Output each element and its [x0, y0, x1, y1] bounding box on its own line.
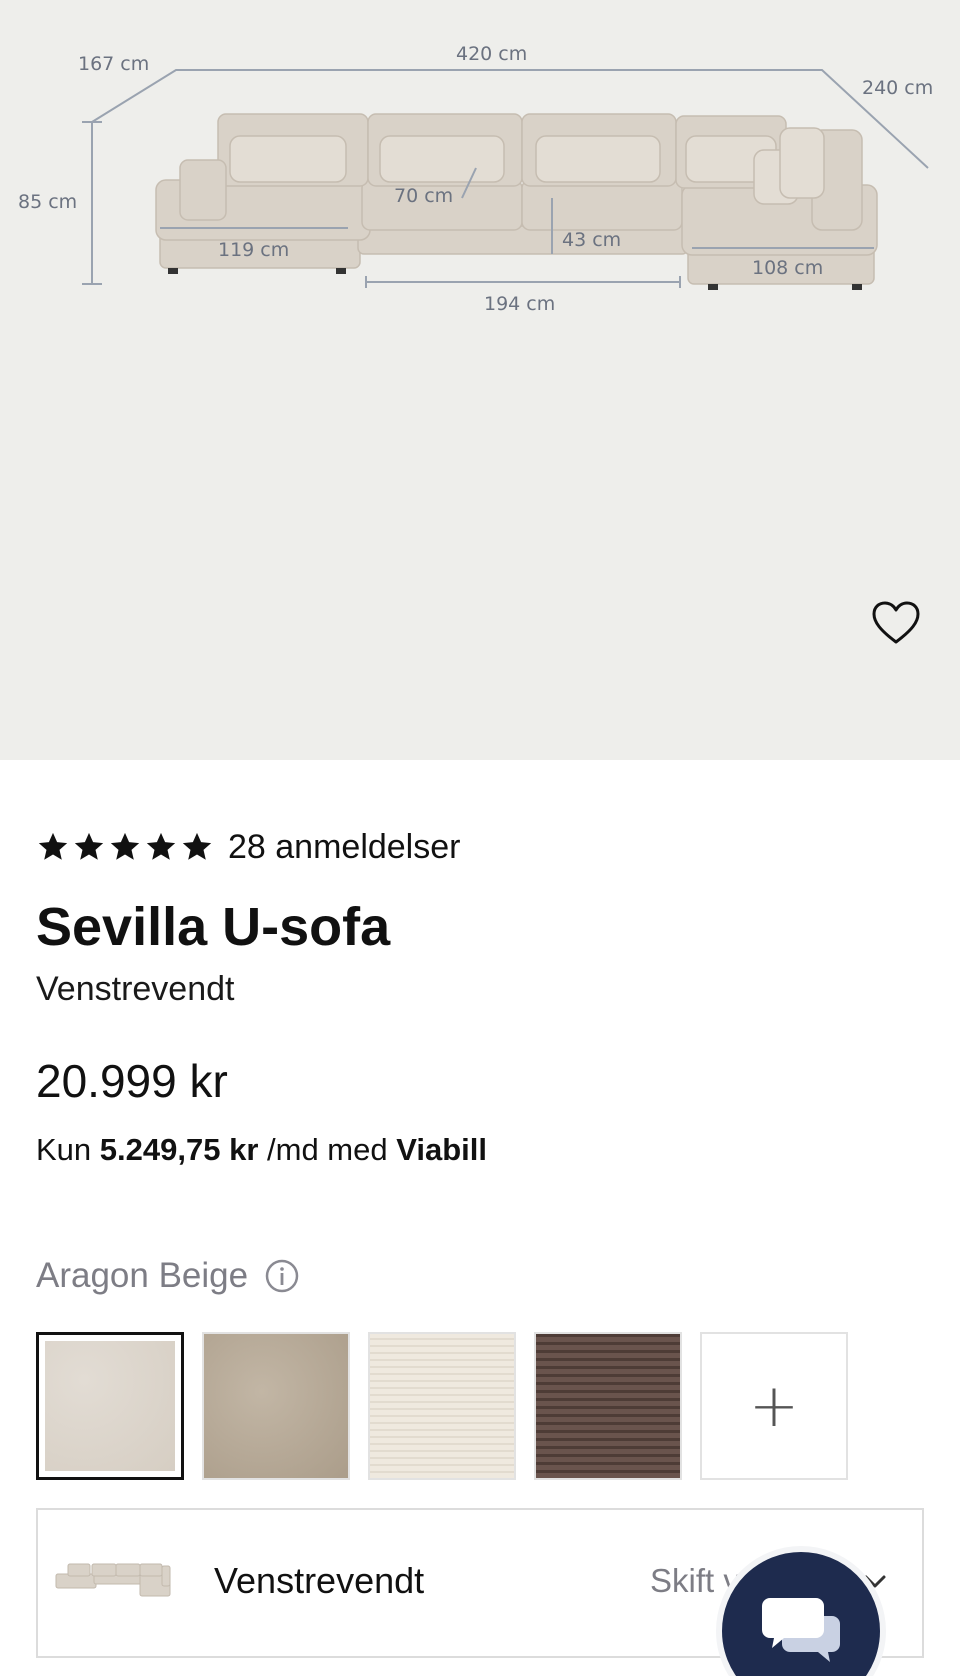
plus-icon: + — [748, 1371, 800, 1441]
finance-provider: Viabill — [396, 1132, 487, 1167]
info-icon[interactable] — [264, 1258, 300, 1294]
chat-bubbles-icon — [762, 1598, 840, 1662]
product-image[interactable]: 167 cm 420 cm 240 cm 85 cm 70 cm 119 cm … — [0, 0, 960, 760]
star-icon — [74, 832, 104, 860]
dim-chaise-left: 119 cm — [218, 239, 289, 261]
star-icon — [182, 832, 212, 860]
reviews-count[interactable]: 28 anmeldelser — [228, 828, 460, 867]
heart-outline-icon[interactable] — [870, 598, 922, 650]
dim-width-total: 420 cm — [456, 43, 527, 65]
dim-chaise-right: 108 cm — [752, 257, 823, 279]
dim-seat-depth: 70 cm — [394, 185, 453, 207]
star-rating — [36, 830, 214, 864]
swatch-cream-stripe[interactable] — [368, 1332, 516, 1480]
dim-height: 85 cm — [18, 191, 77, 213]
reviews-summary[interactable]: 28 anmeldelser — [36, 822, 460, 872]
swatch-taupe[interactable] — [202, 1332, 350, 1480]
dim-depth-right: 240 cm — [862, 77, 933, 99]
dim-middle: 194 cm — [484, 293, 555, 315]
finance-prefix: Kun — [36, 1132, 92, 1167]
selected-color-name: Aragon Beige — [36, 1256, 249, 1295]
finance-amount: 5.249,75 kr — [99, 1132, 259, 1167]
product-title: Sevilla U-sofa — [36, 897, 391, 957]
star-icon — [146, 832, 176, 860]
sofa-illustration: 167 cm 420 cm 240 cm 85 cm 70 cm 119 cm … — [18, 43, 933, 315]
dim-seat-height: 43 cm — [562, 229, 621, 251]
swatch-brown-stripe[interactable] — [534, 1332, 682, 1480]
dim-depth-left: 167 cm — [78, 53, 149, 75]
star-icon — [110, 832, 140, 860]
more-colors-button[interactable]: + — [700, 1332, 848, 1480]
financing-info: Kun 5.249,75 kr /md med Viabill — [36, 1132, 487, 1168]
swatch-aragon-beige[interactable] — [36, 1332, 184, 1480]
product-subtitle: Venstrevendt — [36, 970, 235, 1008]
variant-label: Venstrevendt — [214, 1560, 425, 1601]
product-price: 20.999 kr — [36, 1055, 228, 1107]
star-icon — [38, 832, 68, 860]
sofa-thumbnail — [55, 1563, 171, 1597]
color-swatches: + — [36, 1332, 866, 1480]
finance-middle: /md med — [267, 1132, 388, 1167]
color-selector-header: Aragon Beige — [36, 1256, 300, 1296]
